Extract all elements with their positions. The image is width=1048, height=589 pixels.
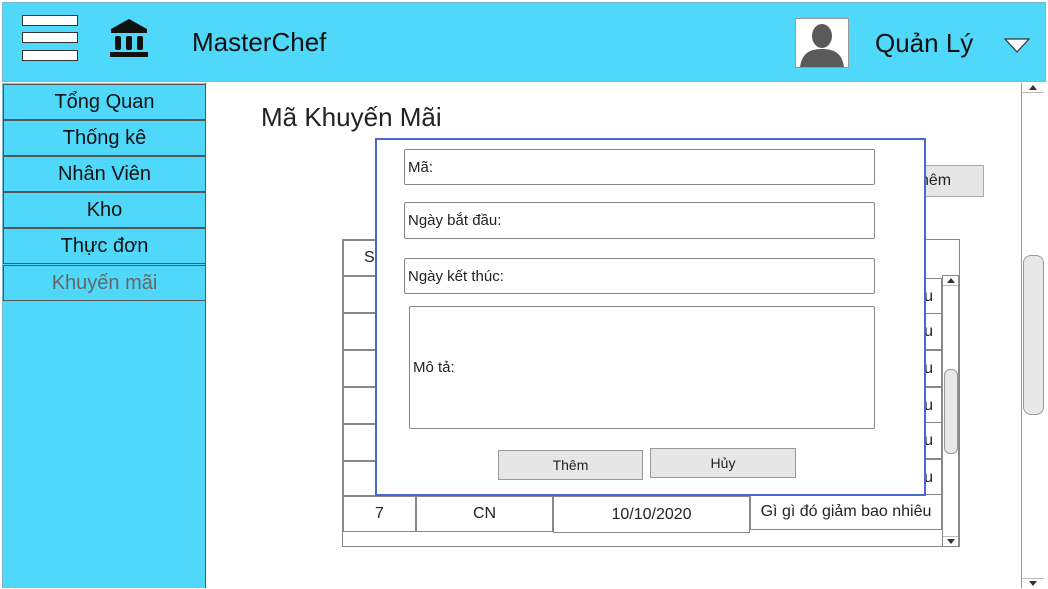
sidebar-item-thong-ke[interactable]: Thống kê — [3, 120, 206, 156]
scroll-down-icon[interactable] — [1022, 578, 1044, 588]
sidebar-item-nhan-vien[interactable]: Nhân Viên — [3, 156, 206, 192]
table-cell-ma: CN — [416, 496, 553, 532]
add-button[interactable]: Thêm — [498, 450, 643, 480]
sidebar-item-tong-quan[interactable]: Tổng Quan — [3, 84, 206, 120]
bank-icon — [109, 17, 149, 59]
page-scroll-thumb[interactable] — [1023, 255, 1044, 415]
user-avatar[interactable] — [795, 18, 849, 68]
sidebar-item-thuc-don[interactable]: Thực đơn — [3, 228, 206, 264]
app-header: MasterChef Quản Lý — [2, 2, 1046, 82]
sidebar-item-kho[interactable]: Kho — [3, 192, 206, 228]
table-scrollbar[interactable] — [942, 275, 959, 547]
end-date-field[interactable]: Ngày kết thúc: — [404, 258, 875, 294]
chevron-down-icon[interactable] — [1003, 38, 1031, 54]
user-name[interactable]: Quản Lý — [875, 28, 973, 59]
cancel-button[interactable]: Hủy — [650, 448, 796, 478]
scroll-up-icon[interactable] — [1022, 83, 1044, 93]
page-scrollbar[interactable] — [1021, 83, 1045, 588]
scroll-up-icon[interactable] — [943, 276, 958, 286]
table-cell-mo-ta: Gì gì đó giảm bao nhiêu — [750, 494, 942, 530]
table-cell-ngay: 10/10/2020 — [553, 496, 750, 533]
table-scroll-thumb[interactable] — [944, 369, 958, 454]
sidebar: Tổng Quan Thống kê Nhân Viên Kho Thực đơ… — [2, 83, 206, 588]
table-cell-stt: 7 — [343, 496, 416, 532]
app-title: MasterChef — [192, 27, 327, 57]
scroll-down-icon[interactable] — [943, 536, 958, 546]
start-date-field[interactable]: Ngày bắt đầu: — [404, 202, 875, 239]
page-title: Mã Khuyến Mãi — [261, 102, 442, 132]
code-field[interactable]: Mã: — [404, 149, 875, 185]
hamburger-menu-icon[interactable] — [22, 15, 78, 61]
description-field[interactable]: Mô tả: — [409, 306, 875, 429]
add-promotion-dialog: Mã: Ngày bắt đầu: Ngày kết thúc: Mô tả: … — [375, 138, 926, 496]
sidebar-item-khuyen-mai[interactable]: Khuyến mãi — [3, 265, 206, 301]
